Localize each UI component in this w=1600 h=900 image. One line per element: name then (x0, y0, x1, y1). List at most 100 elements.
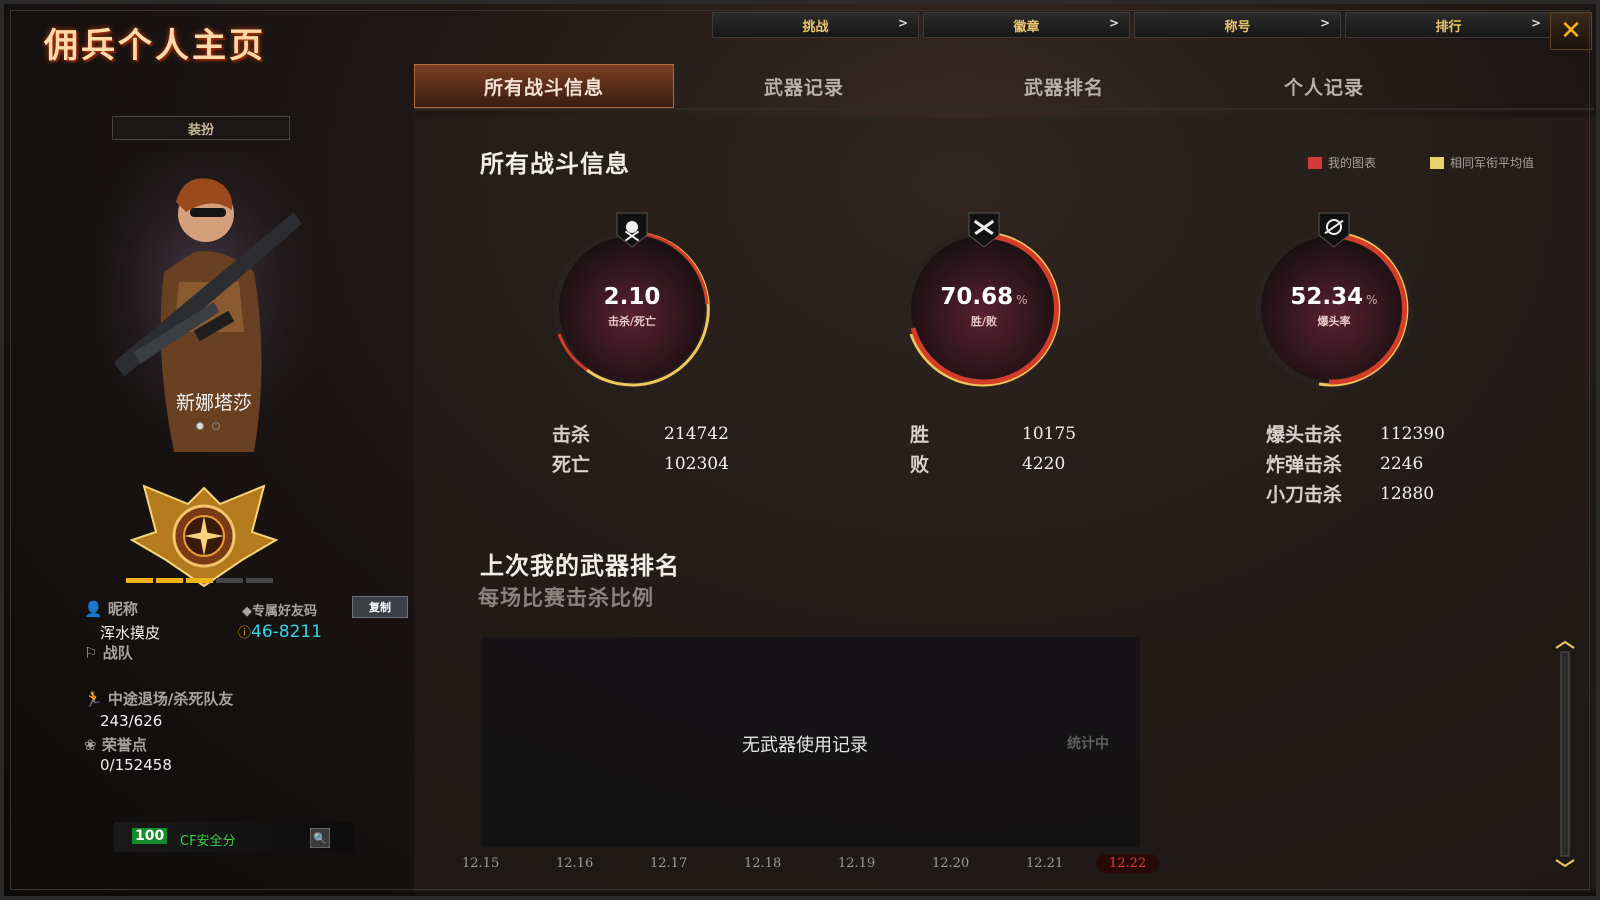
date-tick[interactable]: 12.18 (744, 856, 781, 871)
equip-button[interactable]: 装扮 (112, 116, 290, 140)
win-value: 70.68 (940, 284, 1014, 310)
top-nav-label: 排行 (1435, 19, 1462, 35)
vertical-scrollbar[interactable] (1554, 640, 1576, 868)
knife-kills-value: 12880 (1380, 484, 1435, 504)
kd-text: 2.10 击杀/死亡 (547, 284, 717, 329)
top-nav-label: 徽章 (1013, 19, 1040, 35)
friend-code-label: ◆专属好友码 (242, 600, 317, 619)
headshot-value: 52.34 (1290, 284, 1364, 310)
search-button[interactable]: 🔍 (310, 828, 330, 848)
date-tick[interactable]: 12.16 (556, 856, 593, 871)
kd-value: 2.10 (603, 284, 661, 310)
crosshair-icon (1317, 211, 1351, 249)
legend-average-text: 相同军衔平均值 (1450, 156, 1535, 170)
friend-code-value: ⓘ46-8211 (238, 622, 322, 642)
rank-progress-segment (186, 578, 213, 583)
character-name: 新娜塔莎 (175, 392, 252, 414)
close-icon: ✕ (1560, 16, 1582, 46)
top-nav-title[interactable]: 称号 > (1134, 12, 1341, 38)
rank-emblem-icon (129, 484, 279, 588)
deaths-value: 102304 (664, 454, 729, 474)
headshot-label: 爆头率 (1317, 315, 1351, 328)
legend-swatch (1308, 156, 1322, 169)
quit-kill-label: 🏃 中途退场/杀死队友 (84, 688, 233, 709)
scroll-down-icon[interactable] (1555, 859, 1575, 868)
copy-button[interactable]: 复制 (352, 596, 408, 618)
date-tick[interactable]: 12.15 (462, 856, 499, 871)
window: 佣兵个人主页 挑战 > 徽章 > 称号 > 排行 > ✕ 所有战斗信息 武器记录 武器排… (0, 0, 1600, 900)
top-nav: 挑战 > 徽章 > 称号 > 排行 > (712, 12, 1552, 38)
nickname-label: 👤 昵称 (84, 598, 138, 619)
tab-weapon-rankings[interactable]: 武器排名 (934, 64, 1194, 108)
nickname-value: 浑水摸皮 (100, 624, 161, 642)
weapon-rank-subtitle: 每场比赛击杀比例 (478, 586, 654, 610)
honor-label-text: 荣誉点 (101, 736, 147, 754)
pager-dot[interactable] (212, 422, 220, 430)
legend-average: 相同军衔平均值 (1430, 154, 1534, 171)
kills-label: 击杀 (552, 424, 591, 446)
headshot-kills-label: 爆头击杀 (1266, 424, 1343, 446)
quit-kill-value: 243/626 (100, 712, 163, 730)
friend-code-text: 46-8211 (251, 622, 323, 642)
chevron-right-icon: > (897, 16, 908, 30)
empty-message: 无武器使用记录 (742, 735, 868, 756)
win-text: 70.68% 胜/败 (899, 284, 1069, 329)
chevron-right-icon: > (1108, 16, 1119, 30)
quit-kill-label-text: 中途退场/杀死队友 (107, 690, 234, 708)
weapon-rank-chart: 无武器使用记录 统计中 (482, 637, 1140, 847)
losses-value: 4220 (1022, 454, 1066, 474)
tab-bar: 所有战斗信息 武器记录 武器排名 个人记录 (414, 64, 1454, 108)
top-nav-ranking[interactable]: 排行 > (1345, 12, 1552, 38)
skull-icon (615, 211, 649, 249)
win-label: 胜/败 (970, 315, 998, 328)
character-pager[interactable] (196, 422, 220, 430)
safety-score: 100 (132, 828, 168, 844)
rank-progress-segment (126, 578, 153, 583)
safety-label: CF安全分 (180, 834, 236, 849)
profile-panel: 装扮 新娜塔莎 👤 昵称 ◆专属好友码 复制 浑水摸皮 ⓘ46-8211 ⚐ 战… (24, 114, 408, 884)
date-tick[interactable]: 12.20 (932, 856, 969, 871)
wins-value: 10175 (1022, 424, 1077, 444)
win-value-line: 70.68% (899, 284, 1069, 310)
stats-pending-label: 统计中 (1067, 736, 1109, 752)
deaths-label: 死亡 (552, 454, 591, 476)
user-icon: 👤 (84, 600, 103, 618)
question-icon: ⓘ (238, 626, 252, 641)
top-nav-challenge[interactable]: 挑战 > (712, 12, 919, 38)
weapon-rank-title: 上次我的武器排名 (480, 552, 680, 580)
date-axis: 12.15 12.16 12.17 12.18 12.19 12.20 12.2… (458, 854, 1178, 880)
legend-mine: 我的图表 (1308, 154, 1376, 171)
legend-swatch (1430, 156, 1444, 169)
chevron-right-icon: > (1319, 16, 1330, 30)
date-tick[interactable]: 12.19 (838, 856, 875, 871)
headshot-unit: % (1366, 293, 1378, 307)
headshot-kills-value: 112390 (1380, 424, 1445, 444)
safety-score-bar: 100 CF安全分 🔍 (114, 822, 354, 852)
tab-weapon-records[interactable]: 武器记录 (674, 64, 934, 108)
clan-icon: ⚐ (84, 644, 98, 662)
date-tick[interactable]: 12.21 (1026, 856, 1063, 871)
losses-label: 败 (910, 454, 930, 476)
pager-dot[interactable] (196, 422, 204, 430)
bomb-kills-label: 炸弹击杀 (1266, 454, 1343, 476)
win-unit: % (1016, 293, 1028, 307)
scroll-up-icon[interactable] (1555, 640, 1575, 649)
tab-personal-records[interactable]: 个人记录 (1194, 64, 1454, 108)
rank-progress (126, 578, 273, 583)
honor-value: 0/152458 (100, 756, 172, 774)
tab-all-battle-info[interactable]: 所有战斗信息 (414, 64, 674, 108)
crossed-guns-icon (967, 211, 1001, 249)
friend-code-label-text: 专属好友码 (252, 604, 318, 619)
chevron-right-icon: > (1530, 16, 1541, 30)
tag-icon: ◆ (242, 604, 252, 619)
clan-label: ⚐ 战队 (84, 642, 133, 663)
date-tick-selected[interactable]: 12.22 (1096, 854, 1160, 873)
battle-section-title: 所有战斗信息 (480, 150, 630, 178)
close-button[interactable]: ✕ (1550, 12, 1592, 50)
top-nav-label: 挑战 (802, 19, 829, 35)
date-tick[interactable]: 12.17 (650, 856, 687, 871)
nickname-label-text: 昵称 (107, 600, 138, 618)
rank-progress-segment (156, 578, 183, 583)
top-nav-badge[interactable]: 徽章 > (923, 12, 1130, 38)
wins-label: 胜 (910, 424, 930, 446)
